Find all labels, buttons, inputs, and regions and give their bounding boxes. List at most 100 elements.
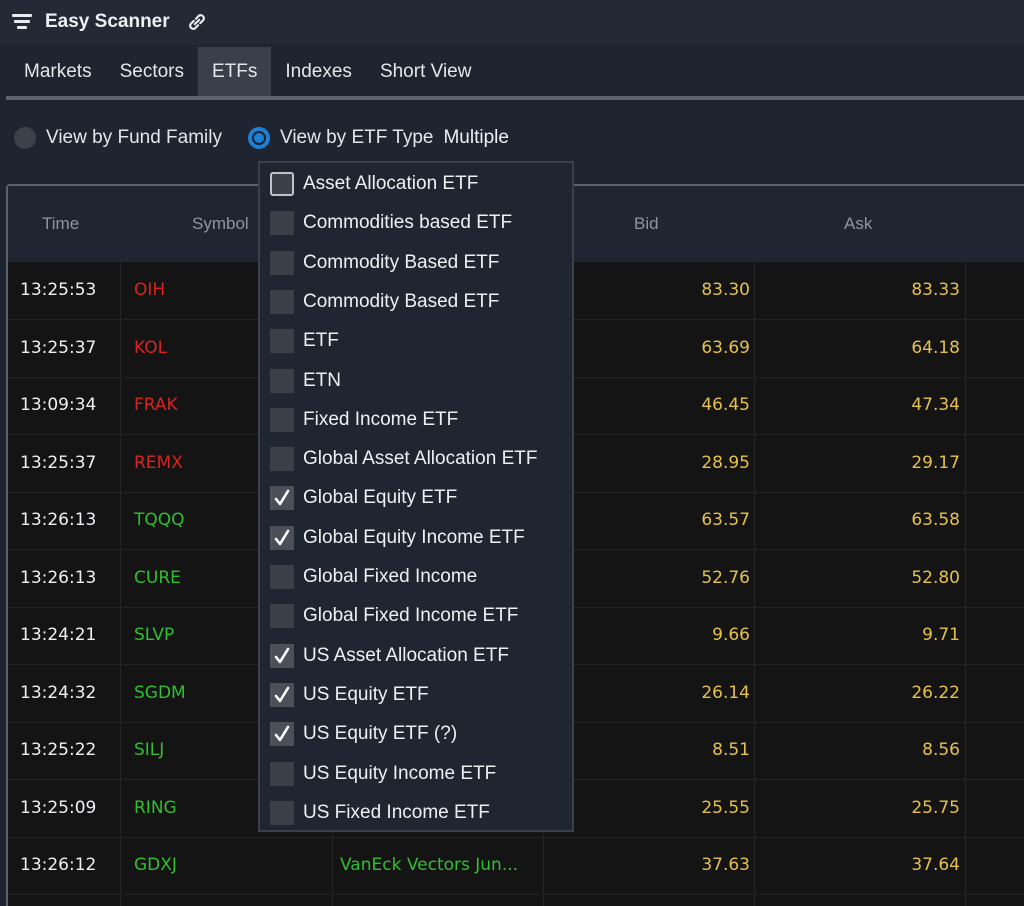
etf-type-option[interactable]: Commodity Based ETF: [270, 284, 499, 320]
column-header-symbol[interactable]: Symbol: [192, 186, 249, 262]
column-header-ask[interactable]: Ask: [844, 186, 872, 262]
radio-indicator[interactable]: [248, 127, 270, 149]
table-row[interactable]: 13:26:12 GDXJ VanEck Vectors Jun... 37.63 37…: [8, 837, 1024, 895]
symbol-cell: FRAK: [134, 395, 178, 415]
bid-cell: 52.76: [701, 567, 750, 588]
option-label: Asset Allocation ETF: [303, 173, 479, 194]
symbol-cell: SLVP: [134, 625, 175, 645]
option-checkbox[interactable]: [270, 486, 294, 511]
option-checkbox[interactable]: [270, 211, 294, 236]
option-checkbox[interactable]: [270, 407, 294, 432]
etf-type-option[interactable]: US Equity ETF: [270, 677, 429, 713]
etf-type-option[interactable]: US Fixed Income ETF: [270, 795, 490, 831]
etf-type-option[interactable]: Commodity Based ETF: [270, 245, 499, 281]
option-checkbox[interactable]: [270, 368, 294, 393]
ask-cell: 9.71: [922, 625, 960, 645]
option-label: US Equity Income ETF: [303, 762, 497, 784]
etf-type-option[interactable]: US Equity ETF (?): [270, 716, 457, 752]
option-label: Commodity Based ETF: [303, 290, 500, 312]
ask-cell: 64.18: [911, 337, 960, 358]
ask-cell: 26.22: [911, 682, 960, 703]
radio-etf-type[interactable]: View by ETF Type: [248, 127, 433, 149]
etf-type-option[interactable]: US Asset Allocation ETF: [270, 638, 509, 674]
symbol-cell: SILJ: [134, 740, 165, 760]
option-label: US Equity ETF (?): [303, 723, 458, 745]
option-checkbox[interactable]: [270, 761, 294, 786]
radio-label: View by ETF Type: [280, 127, 434, 148]
option-checkbox[interactable]: [270, 800, 294, 825]
bid-cell: 63.57: [701, 510, 750, 530]
etf-type-dropdown-trigger[interactable]: Multiple: [443, 127, 508, 149]
option-checkbox[interactable]: [270, 682, 294, 707]
time-cell: 13:25:22: [20, 740, 97, 760]
column-header-time[interactable]: Time: [42, 186, 79, 262]
option-label: Global Fixed Income ETF: [303, 605, 519, 627]
option-label: US Asset Allocation ETF: [303, 644, 509, 666]
tab-markets[interactable]: Markets: [6, 47, 106, 97]
etf-type-option[interactable]: Global Equity ETF: [270, 480, 457, 516]
tab-sectors[interactable]: Sectors: [106, 47, 198, 97]
option-checkbox[interactable]: [270, 250, 294, 275]
time-cell: 13:25:09: [20, 797, 97, 818]
etf-type-option[interactable]: Global Fixed Income ETF: [270, 598, 518, 634]
column-header-bid[interactable]: Bid: [634, 186, 659, 262]
option-label: Commodities based ETF: [303, 212, 513, 234]
ask-cell: 29.17: [911, 452, 960, 473]
time-cell: 13:25:53: [20, 280, 97, 300]
name-cell: VanEck Vectors Jun...: [340, 855, 519, 875]
filter-menu-icon[interactable]: [12, 14, 32, 30]
option-label: Fixed Income ETF: [303, 408, 459, 430]
link-icon[interactable]: [184, 9, 210, 35]
option-checkbox[interactable]: [270, 643, 294, 668]
bid-cell: 83.30: [701, 280, 750, 300]
view-mode-radios: View by Fund Family View by ETF Type Mul…: [14, 124, 509, 152]
radio-indicator[interactable]: [14, 127, 36, 149]
symbol-cell: TQQQ: [134, 510, 185, 530]
tab-indexes[interactable]: Indexes: [271, 47, 366, 97]
app-title: Easy Scanner: [45, 11, 170, 32]
title-bar: Easy Scanner: [0, 0, 1024, 44]
option-checkbox[interactable]: [270, 289, 294, 314]
option-checkbox[interactable]: [270, 447, 294, 472]
bid-cell: 25.55: [701, 797, 750, 818]
symbol-cell: KOL: [134, 337, 168, 358]
tab-short-view[interactable]: Short View: [366, 47, 486, 97]
etf-type-option[interactable]: Fixed Income ETF: [270, 402, 458, 438]
etf-type-option[interactable]: Global Fixed Income: [270, 559, 477, 595]
time-cell: 13:25:37: [20, 452, 97, 473]
tab-etfs[interactable]: ETFs: [198, 47, 272, 97]
option-label: Global Fixed Income: [303, 566, 478, 587]
etf-type-option[interactable]: US Equity Income ETF: [270, 756, 496, 792]
option-checkbox[interactable]: [270, 172, 294, 196]
option-label: US Equity ETF: [303, 683, 429, 705]
ask-cell: 47.34: [911, 395, 960, 415]
option-checkbox[interactable]: [270, 565, 294, 589]
etf-type-option[interactable]: Asset Allocation ETF: [270, 166, 478, 202]
option-label: Global Equity Income ETF: [303, 526, 525, 548]
time-cell: 13:09:34: [20, 395, 97, 415]
bid-cell: 63.69: [701, 337, 750, 358]
option-label: Commodity Based ETF: [303, 251, 500, 273]
tab-bar: Markets Sectors ETFs Indexes Short View: [6, 47, 485, 97]
time-cell: 13:26:13: [20, 567, 97, 588]
ask-cell: 37.64: [911, 855, 960, 875]
option-checkbox[interactable]: [270, 525, 294, 550]
bid-cell: 26.14: [701, 682, 750, 703]
option-checkbox[interactable]: [270, 604, 294, 629]
checkmark-icon: [274, 686, 290, 703]
etf-type-option[interactable]: ETN: [270, 363, 341, 399]
option-checkbox[interactable]: [270, 722, 294, 747]
option-checkbox[interactable]: [270, 329, 294, 354]
option-label: US Fixed Income ETF: [303, 801, 490, 823]
symbol-cell: OIH: [134, 280, 166, 300]
ask-cell: 8.56: [922, 740, 960, 760]
tab-divider: [6, 96, 1024, 100]
etf-type-option[interactable]: ETF: [270, 323, 339, 359]
ask-cell: 83.33: [911, 280, 960, 300]
radio-fund-family[interactable]: View by Fund Family: [14, 127, 222, 149]
time-cell: 13:26:12: [20, 855, 97, 875]
symbol-cell: SGDM: [134, 682, 186, 703]
etf-type-option[interactable]: Commodities based ETF: [270, 205, 512, 241]
etf-type-option[interactable]: Global Equity Income ETF: [270, 520, 525, 556]
etf-type-option[interactable]: Global Asset Allocation ETF: [270, 441, 537, 477]
